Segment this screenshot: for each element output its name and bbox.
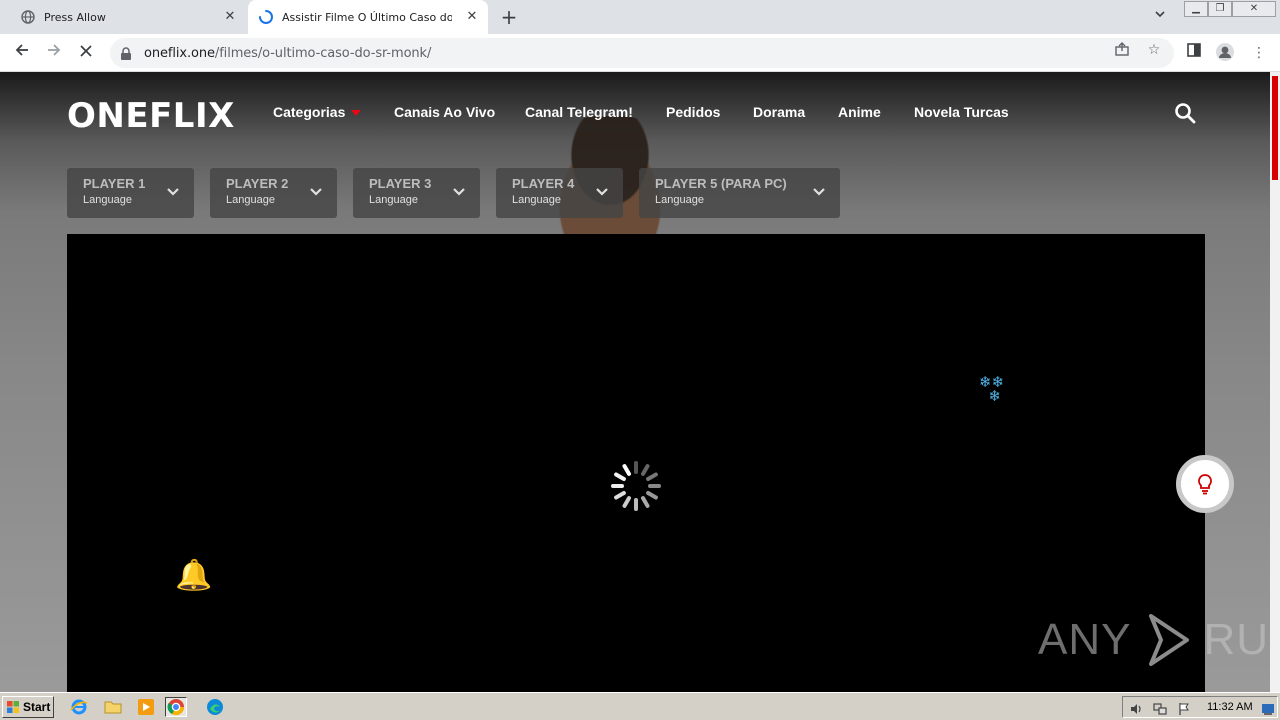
chevron-down-icon (167, 188, 179, 196)
volume-icon[interactable] (1129, 701, 1143, 715)
tab-search-chevron-icon[interactable] (1150, 8, 1170, 26)
url-path: /filmes/o-ultimo-caso-do-sr-monk/ (214, 45, 432, 61)
address-bar[interactable]: oneflix.one/filmes/o-ultimo-caso-do-sr-m… (110, 38, 1174, 68)
edge-icon[interactable] (204, 697, 226, 717)
player-5-button[interactable]: PLAYER 5 (PARA PC) Language (639, 168, 840, 218)
action-center-flag-icon[interactable] (1177, 701, 1191, 715)
player-4-button[interactable]: PLAYER 4 Language (496, 168, 623, 218)
lightbulb-icon (1198, 474, 1212, 495)
tab-title: Press Allow (44, 10, 106, 24)
nav-anime[interactable]: Anime (838, 104, 881, 120)
play-logo-icon (1149, 614, 1190, 666)
caret-down-icon (351, 110, 362, 117)
folder-icon[interactable] (102, 697, 124, 717)
start-button[interactable]: Start (2, 696, 54, 718)
close-tab-icon[interactable]: ✕ (464, 9, 480, 25)
nav-categorias[interactable]: Categorias (273, 104, 362, 120)
snowflake-icon: ❄❄ ❄ (979, 373, 1005, 405)
network-icon[interactable] (1153, 701, 1167, 715)
nav-label: Categorias (273, 104, 346, 120)
minimize-icon[interactable]: ▁ (1184, 1, 1208, 17)
start-label: Start (23, 700, 51, 714)
bookmark-star-icon[interactable]: ☆ (1145, 41, 1163, 59)
page-viewport: ONEFLIX Categorias Canais Ao Vivo Canal … (0, 72, 1270, 692)
tab-press-allow[interactable]: Press Allow ✕ (8, 0, 246, 34)
stop-loading-icon[interactable] (74, 42, 98, 64)
chevron-down-icon (310, 188, 322, 196)
lightbulb-toggle-button[interactable] (1176, 455, 1234, 513)
system-tray: 11:32 AM (1122, 696, 1278, 718)
loading-spinner-icon (611, 461, 661, 511)
nav-canais-ao-vivo[interactable]: Canais Ao Vivo (394, 104, 495, 120)
kebab-menu-icon[interactable]: ⋮ (1248, 42, 1270, 64)
watermark-text-left: ANY (1038, 615, 1132, 664)
site-logo[interactable]: ONEFLIX (67, 96, 235, 136)
close-window-icon[interactable]: ✕ (1232, 1, 1276, 17)
nav-novela-turcas[interactable]: Novela Turcas (914, 104, 1009, 120)
url-text: oneflix.one/filmes/o-ultimo-caso-do-sr-m… (144, 46, 431, 61)
close-tab-icon[interactable]: ✕ (222, 9, 238, 25)
nav-pedidos[interactable]: Pedidos (666, 104, 720, 120)
tab-oneflix[interactable]: Assistir Filme O Último Caso do Sr. Monk… (248, 0, 488, 34)
clock[interactable]: 11:32 AM (1207, 701, 1253, 713)
watermark-text-right: RUN (1203, 615, 1270, 664)
lock-icon[interactable] (120, 46, 134, 60)
loading-spinner-icon (258, 9, 274, 25)
chevron-down-icon (813, 188, 825, 196)
player-2-button[interactable]: PLAYER 2 Language (210, 168, 337, 218)
side-panel-icon[interactable] (1183, 42, 1205, 64)
chevron-down-icon (596, 188, 608, 196)
show-desktop-icon[interactable] (1261, 701, 1275, 715)
profile-avatar-icon[interactable] (1214, 42, 1236, 64)
windows-taskbar: Start 11:32 AM (0, 692, 1280, 720)
url-host: oneflix.one (144, 45, 215, 61)
anyrun-watermark: ANY RUN (1038, 610, 1270, 670)
ie-icon[interactable] (68, 697, 90, 717)
forward-arrow-icon[interactable] (42, 42, 66, 64)
nav-dorama[interactable]: Dorama (753, 104, 805, 120)
share-icon[interactable] (1113, 41, 1131, 59)
back-arrow-icon[interactable] (10, 42, 34, 64)
player-3-button[interactable]: PLAYER 3 Language (353, 168, 480, 218)
restore-icon[interactable]: ❐ (1208, 1, 1232, 17)
nav-canal-telegram[interactable]: Canal Telegram! (525, 104, 633, 120)
media-player-icon[interactable] (135, 697, 157, 717)
windows-flag-icon (7, 701, 19, 713)
chevron-down-icon (453, 188, 465, 196)
search-icon[interactable] (1174, 102, 1196, 124)
chrome-icon[interactable] (165, 697, 187, 717)
christmas-bell-icon: 🔔 (175, 558, 213, 593)
browser-toolbar: oneflix.one/filmes/o-ultimo-caso-do-sr-m… (0, 34, 1280, 72)
tab-title: Assistir Filme O Último Caso do Sr. Monk (282, 10, 452, 24)
scrollbar-thumb[interactable] (1272, 76, 1278, 180)
player-1-button[interactable]: PLAYER 1 Language (67, 168, 194, 218)
new-tab-button[interactable]: + (498, 6, 520, 28)
tab-strip: Press Allow ✕ Assistir Filme O Último Ca… (0, 0, 1280, 34)
globe-icon (20, 9, 36, 25)
